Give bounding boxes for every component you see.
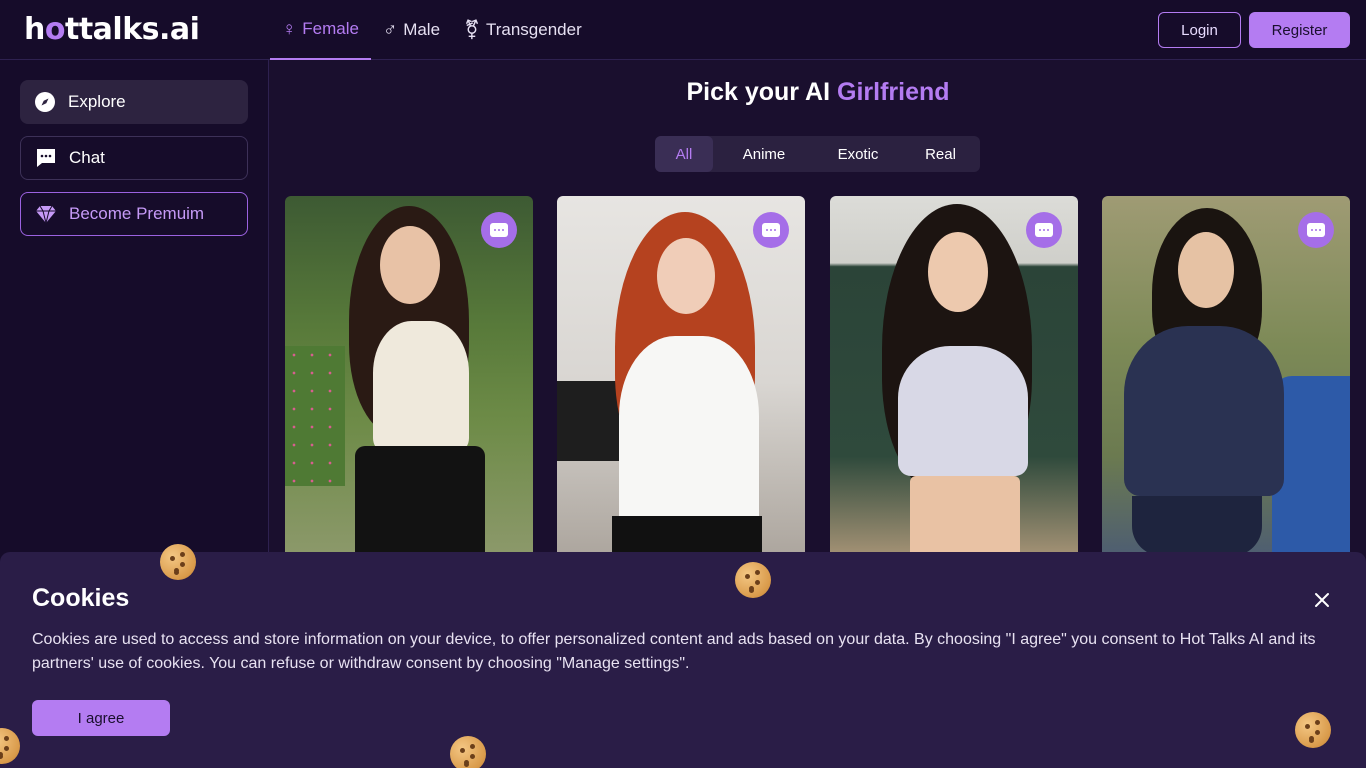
female-icon: ♀ <box>282 18 297 40</box>
chat-bubble-icon[interactable] <box>753 212 789 248</box>
logo-text-accent: o <box>44 12 66 47</box>
male-icon: ♂ <box>382 19 398 41</box>
chat-bubble-icon[interactable] <box>1026 212 1062 248</box>
register-button[interactable]: Register <box>1249 12 1350 48</box>
cookie-banner: Cookies Cookies are used to access and s… <box>0 544 1366 768</box>
transgender-icon: ⚧ <box>464 19 480 41</box>
tab-female[interactable]: ♀ Female <box>270 0 371 60</box>
character-card[interactable] <box>830 196 1078 568</box>
login-button[interactable]: Login <box>1158 12 1241 48</box>
filter-exotic[interactable]: Exotic <box>815 136 901 172</box>
cookie-icon <box>735 562 771 598</box>
character-image <box>285 196 533 568</box>
sidebar-item-label: Chat <box>69 148 105 167</box>
agree-button[interactable]: I agree <box>32 700 170 736</box>
cookie-icon <box>160 544 196 580</box>
filter-all[interactable]: All <box>655 136 713 172</box>
tab-male[interactable]: ♂ Male <box>371 0 452 60</box>
cookie-icon <box>1295 712 1331 748</box>
diamond-icon <box>35 203 57 225</box>
character-card[interactable] <box>557 196 805 568</box>
cookie-icon <box>450 736 486 768</box>
gender-tabs: ♀ Female ♂ Male ⚧ Transgender <box>270 0 594 60</box>
sidebar-item-premium[interactable]: Become Premuim <box>20 192 248 236</box>
chat-icon <box>35 147 57 169</box>
character-image <box>557 196 805 568</box>
character-image <box>830 196 1078 568</box>
logo-text-prefix: h <box>24 12 45 47</box>
sidebar-item-label: Explore <box>68 92 126 111</box>
sidebar-item-label: Become Premuim <box>69 204 205 223</box>
logo-text-suffix: ttalks.ai <box>64 12 200 47</box>
filter-real[interactable]: Real <box>901 136 980 172</box>
tab-female-label: Female <box>302 19 359 38</box>
close-icon[interactable] <box>1310 588 1334 612</box>
filter-anime[interactable]: Anime <box>713 136 815 172</box>
logo[interactable]: hottalks.ai <box>24 12 200 47</box>
chat-bubble-icon[interactable] <box>1298 212 1334 248</box>
top-header: hottalks.ai ♀ Female ♂ Male ⚧ Transgende… <box>0 0 1366 60</box>
sidebar-item-explore[interactable]: Explore <box>20 80 248 124</box>
cookie-title: Cookies <box>32 584 130 612</box>
character-image <box>1102 196 1350 568</box>
tab-transgender-label: Transgender <box>485 20 582 39</box>
tab-transgender[interactable]: ⚧ Transgender <box>452 0 594 60</box>
page-title-prefix: Pick your AI <box>686 78 831 106</box>
character-card[interactable] <box>285 196 533 568</box>
cookie-text: Cookies are used to access and store inf… <box>32 631 1316 672</box>
page-title-accent: Girlfriend <box>837 78 950 106</box>
character-card[interactable] <box>1102 196 1350 568</box>
sidebar-item-chat[interactable]: Chat <box>20 136 248 180</box>
category-filter: All Anime Exotic Real <box>655 136 980 172</box>
flowers-decoration <box>285 346 345 486</box>
chat-bubble-icon[interactable] <box>481 212 517 248</box>
compass-icon <box>34 91 56 113</box>
cookie-icon <box>0 728 20 764</box>
tab-male-label: Male <box>403 20 441 39</box>
page-title: Pick your AI Girlfriend <box>270 78 1366 107</box>
